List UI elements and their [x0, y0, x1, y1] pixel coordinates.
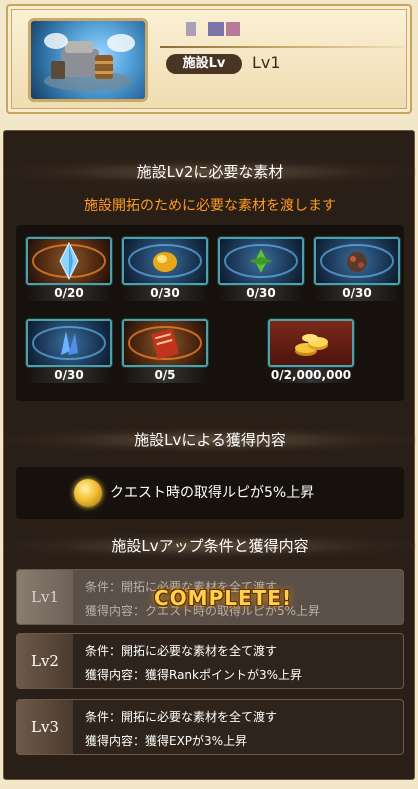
- material-item-rupie[interactable]: 0/2,000,000: [268, 319, 354, 383]
- material-count: 0/30: [218, 286, 304, 301]
- condition-level-tag: Lv1: [17, 570, 73, 624]
- scroll-icon: [128, 326, 202, 360]
- condition-row-lv1: Lv1 条件：開拓に必要な素材を全て渡す 獲得内容：クエスト時の取得ルピが5%上…: [16, 569, 404, 625]
- material-count: 0/30: [122, 286, 208, 301]
- blue-shard-icon: [32, 326, 106, 360]
- complete-stamp: COMPLETE!: [154, 586, 293, 610]
- conditions-title: 施設Lvアップ条件と獲得内容: [4, 533, 416, 559]
- reward-text: 獲得内容：獲得EXPが3%上昇: [85, 734, 248, 748]
- condition-row-lv3: Lv3 条件：開拓に必要な素材を全て渡す 獲得内容：獲得EXPが3%上昇: [16, 699, 404, 755]
- ore-rock-icon: [320, 244, 394, 278]
- facility-screen: 施設Lv Lv1 施設Lv2に必要な素材 施設開拓のために必要な素材を渡します …: [0, 0, 418, 789]
- material-count: 0/30: [314, 286, 400, 301]
- condition-level-tag: Lv3: [17, 700, 73, 754]
- material-item-ore[interactable]: 0/30: [314, 237, 400, 301]
- herb-leaf-icon: [224, 244, 298, 278]
- condition-text: 条件：開拓に必要な素材を全て渡す: [85, 644, 278, 658]
- material-item-scroll[interactable]: 0/5: [122, 319, 208, 383]
- material-count: 0/2,000,000: [268, 368, 354, 383]
- header-divider: [160, 46, 404, 48]
- rupie-icon: [74, 479, 102, 507]
- materials-title: 施設Lv2に必要な素材: [4, 159, 416, 185]
- reward-text: 獲得内容：獲得Rankポイントが3%上昇: [85, 668, 303, 682]
- facility-header: 施設Lv Lv1: [6, 4, 412, 114]
- material-item-gold-nugget[interactable]: 0/30: [122, 237, 208, 301]
- material-count: 0/5: [122, 368, 208, 383]
- material-item-crystal[interactable]: 0/20: [26, 237, 112, 301]
- material-count: 0/30: [26, 368, 112, 383]
- facility-level-value: Lv1: [252, 53, 281, 72]
- crystal-icon: [32, 241, 106, 281]
- rupie-coins-icon: [295, 334, 328, 356]
- condition-row-lv2: Lv2 条件：開拓に必要な素材を全て渡す 獲得内容：獲得Rankポイントが3%上…: [16, 633, 404, 689]
- materials-subtitle: 施設開拓のために必要な素材を渡します: [84, 198, 336, 214]
- current-gain-text: クエスト時の取得ルピが5%上昇: [110, 485, 315, 501]
- facility-thumbnail: [28, 18, 148, 102]
- current-gain-row: クエスト時の取得ルピが5%上昇: [16, 467, 404, 519]
- condition-level-tag: Lv2: [17, 634, 73, 688]
- material-item-blue-shard[interactable]: 0/30: [26, 319, 112, 383]
- material-count: 0/20: [26, 286, 112, 301]
- condition-text: 条件：開拓に必要な素材を全て渡す: [85, 710, 278, 724]
- gold-nugget-icon: [128, 244, 202, 278]
- facility-illustration-icon: [44, 33, 135, 91]
- facility-lv-badge: 施設Lv: [166, 54, 242, 74]
- facility-detail-panel: 施設Lv2に必要な素材 施設開拓のために必要な素材を渡します 0/20 0/30…: [3, 130, 416, 780]
- gain-title: 施設Lvによる獲得内容: [4, 427, 416, 453]
- materials-grid: 0/20 0/30 0/30 0/30 0/30 0/5 0/2,000,000: [16, 225, 404, 401]
- material-item-herb[interactable]: 0/30: [218, 237, 304, 301]
- player-name-redacted: [186, 22, 246, 36]
